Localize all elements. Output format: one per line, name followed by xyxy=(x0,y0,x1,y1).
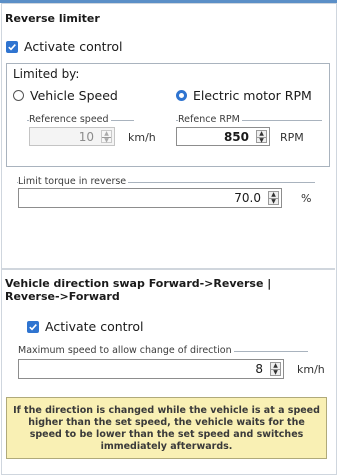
reverse-activate-label: Activate control xyxy=(24,39,123,54)
max-speed-input[interactable]: 8 ▲ ▼ xyxy=(18,359,284,379)
torque-value: 70.0 xyxy=(234,191,261,205)
reverse-activate-checkbox[interactable]: Activate control xyxy=(6,39,123,54)
reference-speed-unit: km/h xyxy=(128,131,156,144)
reference-speed-value: 10 xyxy=(78,129,94,144)
reference-rpm-label: Refence RPM xyxy=(178,114,242,125)
checkmark-icon xyxy=(27,320,39,333)
spin-down-icon: ▼ xyxy=(102,137,111,144)
reference-speed-input: 10 ▲ ▼ xyxy=(29,127,115,146)
swap-activate-label: Activate control xyxy=(45,319,144,334)
radio-vehicle-speed[interactable]: Vehicle Speed xyxy=(13,88,118,103)
radio-off-icon xyxy=(13,90,24,101)
max-speed-label: Maximum speed to allow change of directi… xyxy=(18,345,234,356)
swap-activate-checkbox[interactable]: Activate control xyxy=(27,319,144,334)
checkmark-icon xyxy=(6,40,18,53)
torque-label: Limit torque in reverse xyxy=(18,176,129,187)
reference-rpm-input[interactable]: 850 ▲ ▼ xyxy=(176,127,270,146)
reference-rpm-value: 850 xyxy=(223,129,249,144)
reference-rpm-spinner[interactable]: ▲ ▼ xyxy=(256,130,267,144)
reference-speed-spinner: ▲ ▼ xyxy=(101,130,112,144)
section-divider xyxy=(1,268,335,270)
spin-down-icon: ▼ xyxy=(257,137,266,144)
max-speed-spinner[interactable]: ▲ ▼ xyxy=(270,362,281,376)
limited-by-label: Limited by: xyxy=(13,67,80,81)
direction-change-note: If the direction is changed while the ve… xyxy=(6,397,327,459)
max-speed-value: 8 xyxy=(255,362,263,376)
max-speed-unit: km/h xyxy=(297,363,325,376)
reference-rpm-unit: RPM xyxy=(280,131,304,144)
torque-spinner[interactable]: ▲ ▼ xyxy=(268,191,279,205)
spin-down-icon: ▼ xyxy=(269,198,278,205)
reverse-limiter-title: Reverse limiter xyxy=(5,12,100,25)
torque-input[interactable]: 70.0 ▲ ▼ xyxy=(18,188,282,208)
radio-motor-rpm[interactable]: Electric motor RPM xyxy=(176,88,312,103)
radio-on-icon xyxy=(176,90,187,101)
reference-speed-label: Reference speed xyxy=(29,114,111,125)
radio-motor-rpm-label: Electric motor RPM xyxy=(193,88,312,103)
spin-down-icon: ▼ xyxy=(271,369,280,376)
radio-vehicle-speed-label: Vehicle Speed xyxy=(30,88,118,103)
torque-unit: % xyxy=(301,192,312,205)
direction-swap-title: Vehicle direction swap Forward->Reverse … xyxy=(5,277,272,303)
